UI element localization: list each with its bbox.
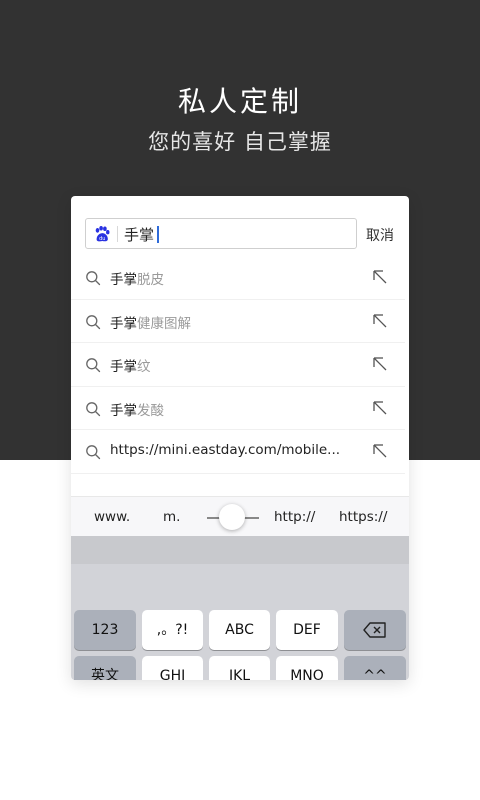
fill-query-arrow-icon[interactable] [373, 444, 387, 458]
hero-subtitle: 您的喜好 自己掌握 [148, 130, 332, 154]
browser-preview-card: du 手掌 取消 手掌脱皮 手掌健康图解 手掌纹 手掌发酸 https://mi… [71, 196, 409, 680]
suggestion-text: 手掌发酸 [110, 402, 164, 419]
key-mno[interactable]: MNO [276, 656, 338, 680]
search-row: du 手掌 取消 [71, 196, 409, 258]
search-icon [86, 314, 101, 329]
fill-query-arrow-icon[interactable] [373, 357, 387, 371]
search-input[interactable]: du 手掌 [85, 218, 357, 249]
search-query: 手掌 [124, 224, 159, 245]
cancel-button[interactable]: 取消 [366, 225, 394, 245]
fill-query-arrow-icon[interactable] [373, 270, 387, 284]
suggestion-item-url[interactable]: https://mini.eastday.com/mobile... [71, 430, 405, 474]
keyboard: 123 ,。?! ABC DEF 英文 GHI JKL MNO ^^ [71, 536, 409, 680]
shortcut-https[interactable]: https:// [339, 509, 387, 525]
keyboard-candidate-strip [71, 536, 409, 564]
shortcut-m[interactable]: m. [163, 509, 180, 525]
key-backspace[interactable] [344, 610, 406, 650]
url-shortcut-bar: www. m. http:// https:// [71, 496, 409, 536]
search-icon [86, 358, 101, 373]
cursor-slider-handle[interactable] [219, 504, 245, 530]
fill-query-arrow-icon[interactable] [373, 313, 387, 328]
search-box-divider [117, 226, 118, 242]
suggestion-text: 手掌脱皮 [110, 272, 164, 288]
suggestion-text: 手掌健康图解 [110, 315, 191, 332]
shortcut-http[interactable]: http:// [274, 509, 315, 525]
suggestion-item[interactable]: 手掌健康图解 [71, 300, 405, 343]
shortcut-www[interactable]: www. [94, 509, 130, 525]
baidu-paw-icon: du [95, 225, 110, 242]
key-ghi[interactable]: GHI [142, 656, 203, 680]
suggestion-list: 手掌脱皮 手掌健康图解 手掌纹 手掌发酸 https://mini.eastda… [71, 256, 409, 474]
suggestion-item[interactable]: 手掌发酸 [71, 387, 405, 430]
search-icon [86, 271, 101, 286]
key-shift[interactable]: ^^ [344, 656, 406, 680]
key-english[interactable]: 英文 [74, 656, 136, 680]
key-abc[interactable]: ABC [209, 610, 270, 650]
key-123[interactable]: 123 [74, 610, 136, 650]
text-caret [157, 226, 159, 243]
backspace-icon [363, 622, 386, 638]
suggestion-item[interactable]: 手掌纹 [71, 343, 405, 387]
key-punctuation[interactable]: ,。?! [142, 610, 203, 650]
key-def[interactable]: DEF [276, 610, 338, 650]
fill-query-arrow-icon[interactable] [373, 400, 387, 415]
suggestion-text: https://mini.eastday.com/mobile... [110, 442, 341, 458]
svg-text:du: du [99, 236, 105, 242]
key-jkl[interactable]: JKL [209, 656, 270, 680]
hero-title: 私人定制 [177, 85, 302, 118]
suggestion-item[interactable]: 手掌脱皮 [71, 256, 405, 300]
search-icon [86, 445, 101, 460]
suggestion-text: 手掌纹 [110, 359, 151, 375]
search-icon [86, 401, 101, 416]
